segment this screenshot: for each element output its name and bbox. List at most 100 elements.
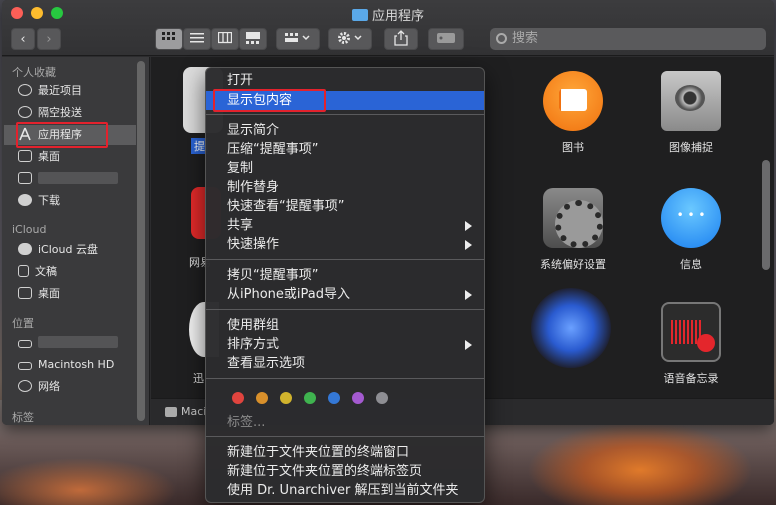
voice-memos-icon xyxy=(661,302,721,362)
sidebar-item-network[interactable]: 网络 xyxy=(18,377,136,397)
folder-icon xyxy=(351,9,368,21)
sidebar-item-airdrop[interactable]: 隔空投送 xyxy=(18,103,136,123)
highlight-box-applications xyxy=(16,122,108,148)
app-system-preferences[interactable]: 系统偏好设置 xyxy=(518,188,628,272)
share-button[interactable] xyxy=(384,28,418,50)
sidebar-favorites-header: 个人收藏 xyxy=(12,66,56,79)
menu-new-terminal-tab[interactable]: 新建位于文件夹位置的终端标签页 xyxy=(206,462,484,481)
sidebar-locations-header: 位置 xyxy=(12,317,34,330)
menu-compress[interactable]: 压缩“提醒事项” xyxy=(206,140,484,159)
sidebar: 个人收藏 最近项目 隔空投送 应用程序 桌面 下载 iCloud iCloud … xyxy=(2,57,150,425)
tag-color-orange[interactable] xyxy=(256,392,268,404)
menu-share[interactable]: 共享 xyxy=(206,216,484,235)
share-icon xyxy=(394,30,408,46)
network-icon xyxy=(18,380,32,392)
gear-icon xyxy=(338,32,362,44)
document-icon xyxy=(18,265,29,277)
menu-import-from-iphone[interactable]: 从iPhone或iPad导入 xyxy=(206,285,484,304)
menu-quick-actions[interactable]: 快速操作 xyxy=(206,235,484,254)
sidebar-item-icloud-drive[interactable]: iCloud 云盘 xyxy=(18,240,136,260)
sidebar-item-icloud-desktop[interactable]: 桌面 xyxy=(18,284,136,304)
sidebar-item-disk[interactable] xyxy=(18,333,136,353)
tag-color-green[interactable] xyxy=(304,392,316,404)
menu-separator xyxy=(206,259,484,260)
menu-separator xyxy=(206,378,484,379)
disk-icon xyxy=(18,340,32,348)
sidebar-item-desktop[interactable]: 桌面 xyxy=(18,147,136,167)
context-menu: 打开 显示包内容 显示简介 压缩“提醒事项” 复制 制作替身 快速查看“提醒事项… xyxy=(205,67,485,503)
home-icon xyxy=(18,172,32,184)
app-voice-memos[interactable]: 语音备忘录 xyxy=(636,302,746,386)
disk-icon xyxy=(18,362,32,370)
group-chevron-icon xyxy=(285,33,310,42)
icon-view-button[interactable] xyxy=(155,28,183,50)
search-icon xyxy=(496,33,507,44)
desktop-icon xyxy=(18,150,32,162)
tag-icon xyxy=(437,33,455,43)
messages-icon xyxy=(661,188,721,248)
content-scrollbar[interactable] xyxy=(762,160,770,270)
menu-show-view-options[interactable]: 查看显示选项 xyxy=(206,354,484,373)
submenu-arrow-icon xyxy=(465,340,472,350)
menu-tags[interactable]: 标签... xyxy=(206,413,484,432)
action-button[interactable] xyxy=(328,28,372,50)
titlebar: 应用程序 ‹ › 搜索 xyxy=(2,0,774,56)
clock-icon xyxy=(18,84,32,96)
sidebar-item-documents[interactable]: 文稿 xyxy=(18,262,136,282)
menu-duplicate[interactable]: 复制 xyxy=(206,159,484,178)
highlight-box-show-package xyxy=(213,89,326,112)
tag-color-gray[interactable] xyxy=(376,392,388,404)
sidebar-scrollbar[interactable] xyxy=(137,61,145,421)
back-button[interactable]: ‹ xyxy=(11,28,35,50)
gallery-icon xyxy=(246,32,260,44)
search-input[interactable]: 搜索 xyxy=(490,28,766,50)
sidebar-icloud-header: iCloud xyxy=(12,223,47,236)
columns-icon xyxy=(217,31,233,44)
menu-get-info[interactable]: 显示简介 xyxy=(206,121,484,140)
redacted-disk-name xyxy=(38,336,118,348)
sidebar-item-home[interactable] xyxy=(18,169,136,189)
tag-color-blue[interactable] xyxy=(328,392,340,404)
disk-icon xyxy=(165,407,177,417)
tag-color-yellow[interactable] xyxy=(280,392,292,404)
menu-use-groups[interactable]: 使用群组 xyxy=(206,316,484,335)
menu-new-terminal-window[interactable]: 新建位于文件夹位置的终端窗口 xyxy=(206,443,484,462)
submenu-arrow-icon xyxy=(465,240,472,250)
menu-separator xyxy=(206,114,484,115)
sidebar-item-macintosh-hd[interactable]: Macintosh HD xyxy=(18,355,136,375)
list-view-button[interactable] xyxy=(183,28,211,50)
menu-make-alias[interactable]: 制作替身 xyxy=(206,178,484,197)
app-image-capture[interactable]: 图像捕捉 xyxy=(636,71,746,155)
menu-dr-unarchiver[interactable]: 使用 Dr. Unarchiver 解压到当前文件夹 xyxy=(206,481,484,500)
app-books[interactable]: 图书 xyxy=(518,71,628,155)
download-icon xyxy=(18,194,32,206)
menu-sort-by[interactable]: 排序方式 xyxy=(206,335,484,354)
forward-button[interactable]: › xyxy=(37,28,61,50)
tag-color-purple[interactable] xyxy=(352,392,364,404)
gallery-view-button[interactable] xyxy=(239,28,267,50)
sidebar-item-downloads[interactable]: 下载 xyxy=(18,191,136,211)
column-view-button[interactable] xyxy=(211,28,239,50)
window-title: 应用程序 xyxy=(2,5,774,24)
list-icon xyxy=(190,33,204,43)
submenu-arrow-icon xyxy=(465,290,472,300)
menu-open[interactable]: 打开 xyxy=(206,71,484,90)
menu-quick-look[interactable]: 快速查看“提醒事项” xyxy=(206,197,484,216)
tag-button[interactable] xyxy=(428,28,464,50)
redacted-username xyxy=(38,172,118,184)
blurred-app-icon[interactable] xyxy=(531,288,611,368)
menu-separator xyxy=(206,309,484,310)
sidebar-item-recents[interactable]: 最近项目 xyxy=(18,81,136,101)
submenu-arrow-icon xyxy=(465,221,472,231)
sidebar-tags-header: 标签 xyxy=(12,411,34,424)
tag-color-red[interactable] xyxy=(232,392,244,404)
cloud-icon xyxy=(18,243,32,255)
image-capture-icon xyxy=(661,71,721,131)
xunlei-label: 迅 xyxy=(193,372,204,385)
menu-copy[interactable]: 拷贝“提醒事项” xyxy=(206,266,484,285)
menu-separator xyxy=(206,436,484,437)
books-icon xyxy=(543,71,603,131)
desktop-icon xyxy=(18,287,32,299)
app-messages[interactable]: 信息 xyxy=(636,188,746,272)
group-button[interactable] xyxy=(276,28,320,50)
